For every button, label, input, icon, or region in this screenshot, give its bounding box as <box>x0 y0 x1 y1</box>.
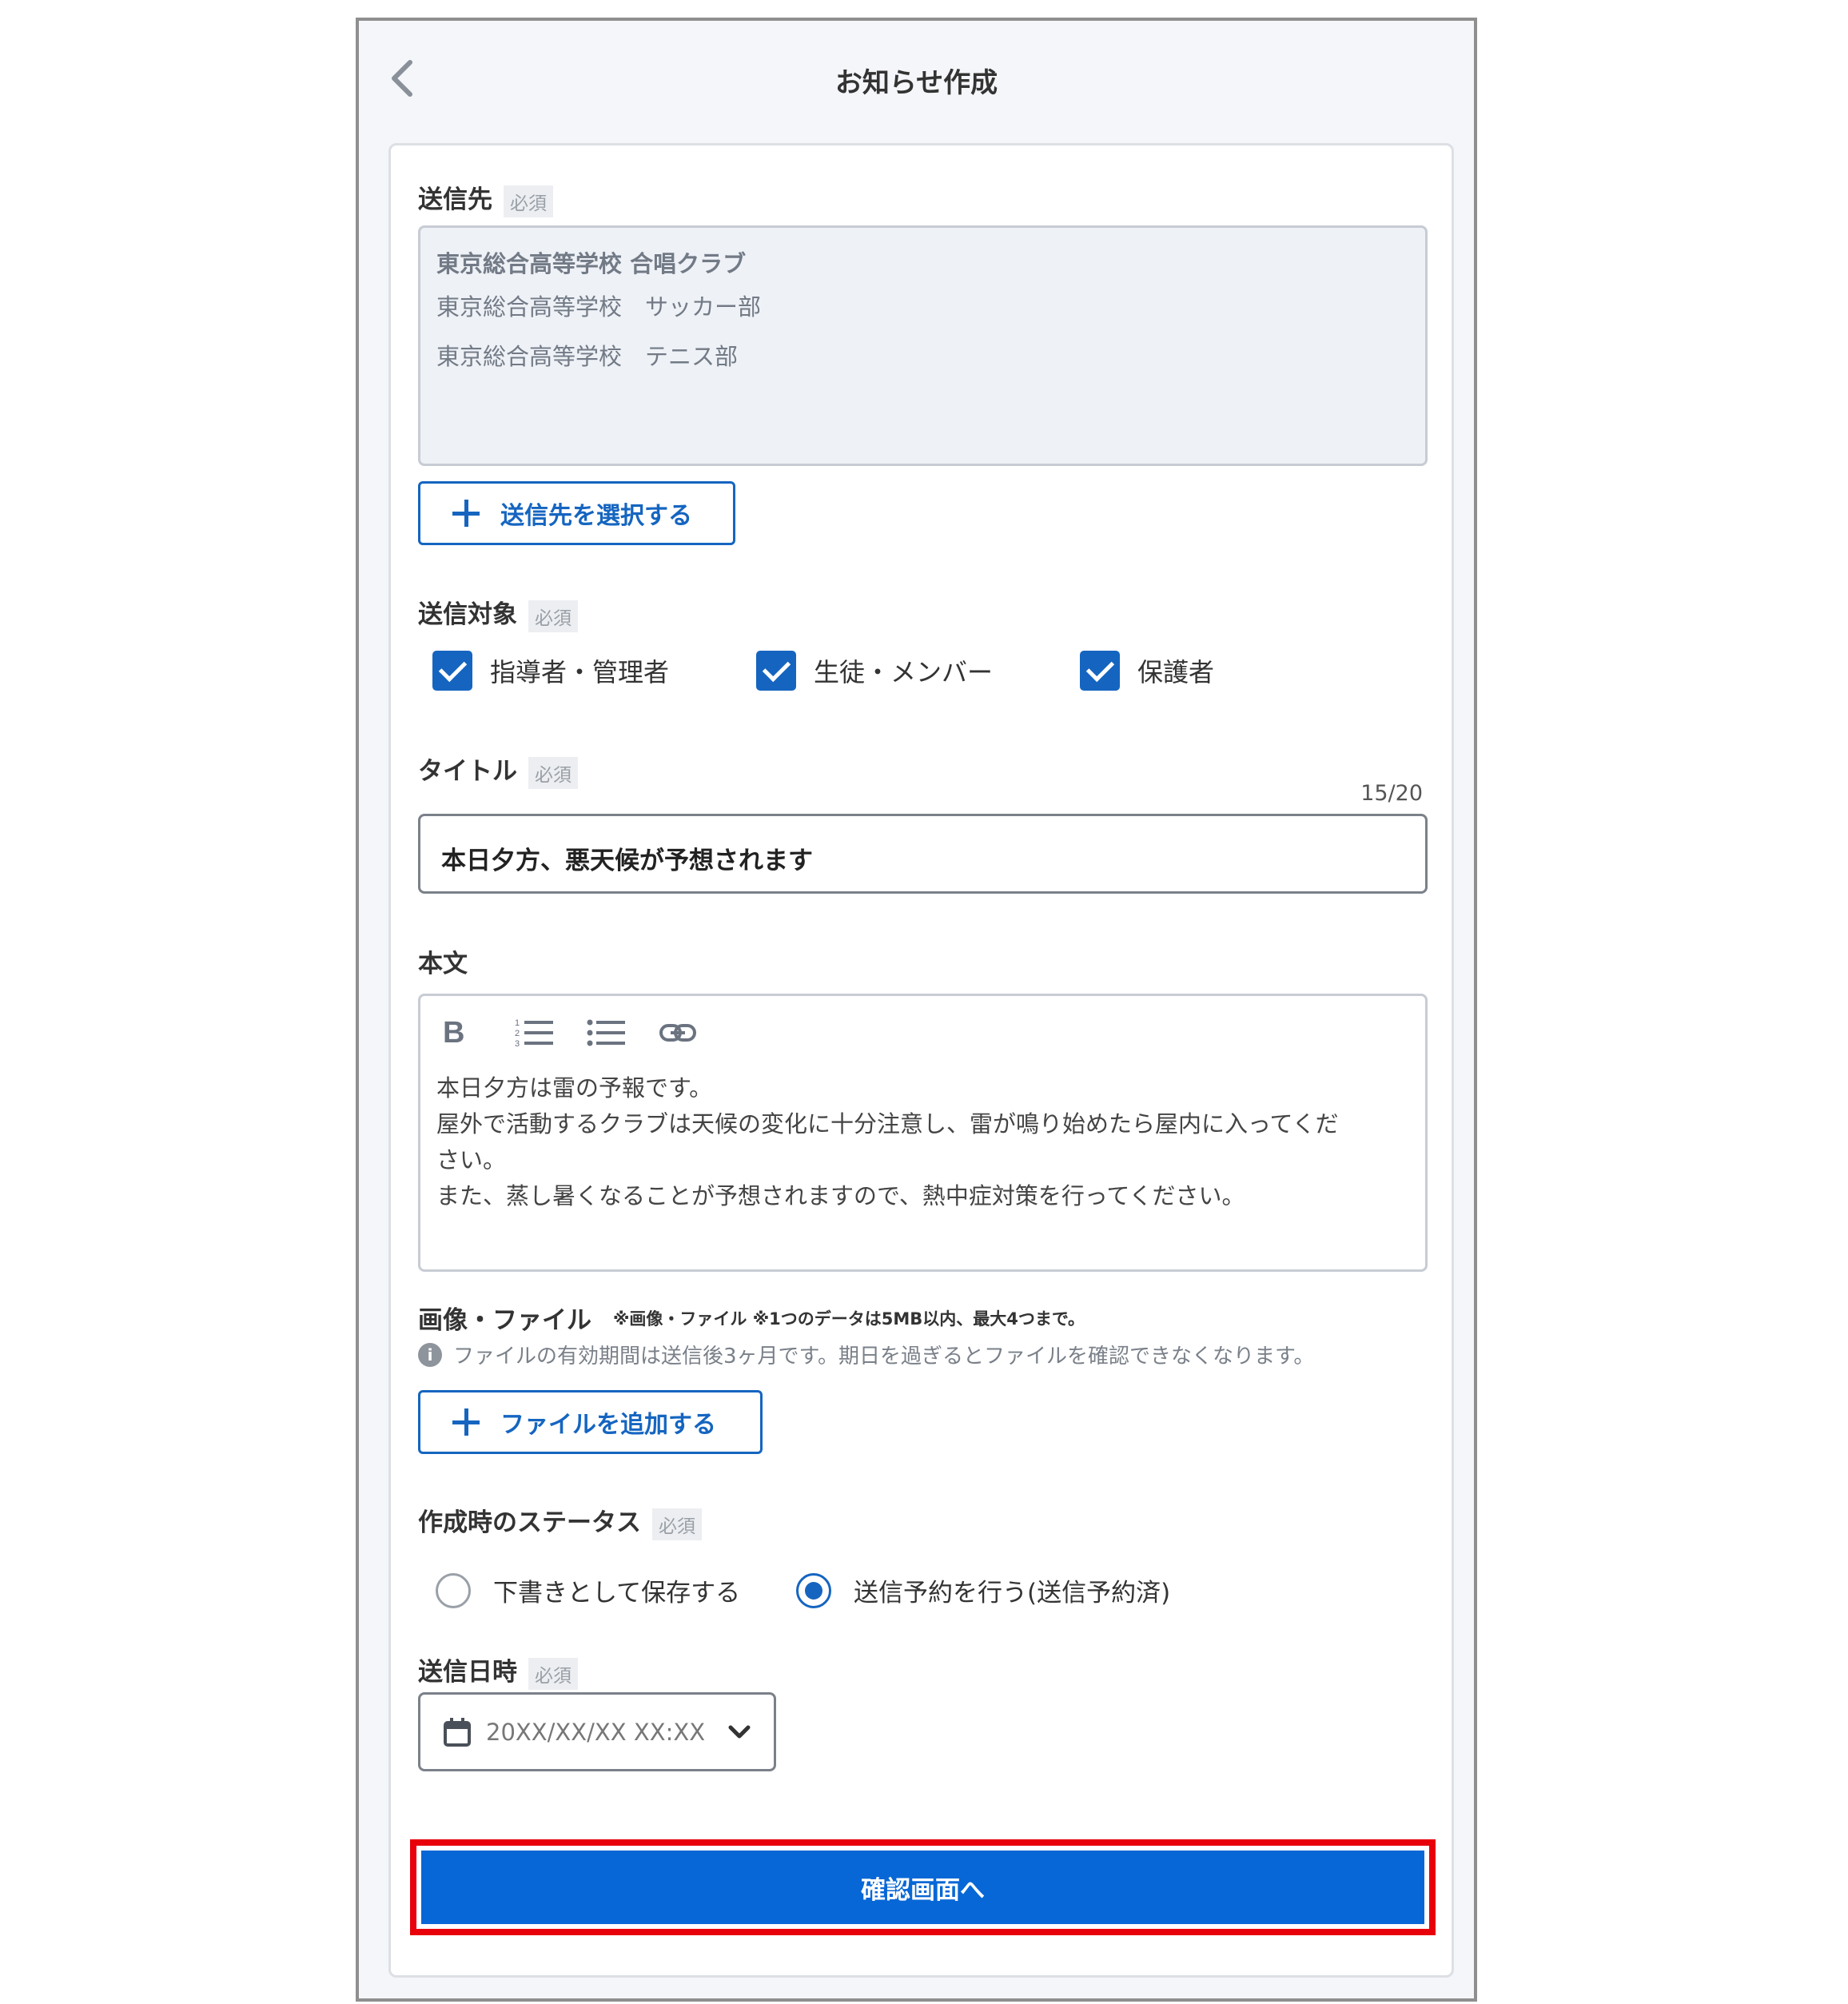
status-label-text: 作成時のステータス <box>418 1508 641 1537</box>
chevron-down-icon <box>728 1725 751 1739</box>
phone-frame: お知らせ作成 送信先 必須 東京総合高等学校 合唱クラブ 東京総合高等学校 サッカ… <box>356 18 1477 2002</box>
link-icon <box>659 1024 696 1042</box>
radio-save-draft[interactable]: 下書きとして保存する <box>436 1572 740 1608</box>
target-label-text: 送信対象 <box>418 600 517 629</box>
body-editor[interactable]: B 1 2 3 本日夕方は雷の予報です。 屋外で活動するクラブは天候の変化に十分… <box>418 994 1428 1272</box>
body-text-line: 本日夕方は雷の予報です。 <box>436 1074 713 1102</box>
required-badge: 必須 <box>528 756 578 789</box>
svg-text:3: 3 <box>515 1039 520 1049</box>
body-text-line: さい。 <box>436 1146 507 1173</box>
send-datetime-value: 20XX/XX/XX XX:XX <box>486 1718 706 1746</box>
send-datetime-label-text: 送信日時 <box>418 1658 517 1687</box>
checkbox-label: 指導者・管理者 <box>490 657 670 687</box>
files-label: 画像・ファイル <box>418 1306 591 1335</box>
target-label: 送信対象 必須 <box>418 594 578 632</box>
confirm-button-highlight: 確認画面へ <box>410 1839 1436 1935</box>
radio-label: 送信予約を行う(送信予約済) <box>854 1579 1171 1608</box>
confirm-button[interactable]: 確認画面へ <box>421 1851 1424 1924</box>
required-badge: 必須 <box>652 1508 702 1540</box>
info-icon: i <box>418 1342 442 1367</box>
form-card: 送信先 必須 東京総合高等学校 合唱クラブ 東京総合高等学校 サッカー部 東京総合… <box>388 143 1454 1978</box>
destination-list: 東京総合高等学校 合唱クラブ 東京総合高等学校 サッカー部 東京総合高等学校 テ… <box>418 225 1428 466</box>
title-label: タイトル 必須 <box>418 751 578 789</box>
ordered-list-button[interactable]: 1 2 3 <box>515 1010 587 1055</box>
status-label: 作成時のステータス 必須 <box>418 1502 702 1540</box>
radio-selected-icon <box>796 1572 831 1608</box>
add-file-label: ファイルを追加する <box>500 1411 716 1439</box>
select-destination-label: 送信先を選択する <box>500 502 692 530</box>
app-header: お知らせ作成 <box>359 21 1474 141</box>
send-datetime-select[interactable]: 20XX/XX/XX XX:XX <box>418 1692 776 1771</box>
page-title: お知らせ作成 <box>834 67 998 99</box>
body-text-line: 屋外で活動するクラブは天候の変化に十分注意し、雷が鳴り始めたら屋内に入ってくだ <box>436 1110 1339 1137</box>
files-info-text: ファイルの有効期間は送信後3ヶ月です。期日を過ぎるとファイルを確認できなくなりま… <box>453 1345 1315 1369</box>
required-badge: 必須 <box>528 600 578 632</box>
link-button[interactable] <box>659 1010 731 1055</box>
checkbox-checked-icon <box>432 651 472 691</box>
bullet-list-button[interactable] <box>587 1010 659 1055</box>
svg-text:2: 2 <box>515 1029 520 1038</box>
required-badge: 必須 <box>528 1657 578 1690</box>
title-char-counter: 15/20 <box>1360 781 1423 806</box>
ordered-list-icon: 1 2 3 <box>515 1018 553 1049</box>
body-label: 本文 <box>418 950 468 978</box>
checkbox-label: 保護者 <box>1137 657 1215 687</box>
plus-icon <box>452 500 480 527</box>
radio-unselected-icon <box>436 1572 471 1608</box>
select-destination-button[interactable]: 送信先を選択する <box>418 481 735 545</box>
files-note: ※画像・ファイル ※1つのデータは5MB以内、最大4つまで。 <box>613 1309 1085 1329</box>
plus-icon <box>452 1408 480 1436</box>
destination-label: 送信先 必須 <box>418 179 553 217</box>
title-input[interactable]: 本日夕方、悪天候が予想されます <box>418 814 1428 894</box>
svg-text:1: 1 <box>515 1018 520 1028</box>
checkbox-label: 生徒・メンバー <box>814 657 994 687</box>
calendar-icon <box>444 1717 471 1747</box>
destination-label-text: 送信先 <box>418 185 492 214</box>
title-label-text: タイトル <box>418 757 517 786</box>
checkbox-instructors[interactable]: 指導者・管理者 <box>432 651 669 691</box>
bullet-list-icon <box>587 1019 625 1046</box>
bold-button[interactable]: B <box>443 1010 515 1055</box>
destination-item: 東京総合高等学校 テニス部 <box>436 343 739 370</box>
checkbox-guardians[interactable]: 保護者 <box>1080 651 1214 691</box>
destination-item: 東京総合高等学校 サッカー部 <box>436 293 762 321</box>
checkbox-checked-icon <box>1080 651 1120 691</box>
destination-item: 東京総合高等学校 合唱クラブ <box>436 250 747 277</box>
radio-schedule-send[interactable]: 送信予約を行う(送信予約済) <box>796 1572 1170 1608</box>
required-badge: 必須 <box>504 185 553 217</box>
send-datetime-label: 送信日時 必須 <box>418 1651 578 1690</box>
bold-icon: B <box>443 1015 465 1050</box>
body-text-line: また、蒸し暑くなることが予想されますので、熱中症対策を行ってください。 <box>436 1182 1245 1209</box>
checkbox-students[interactable]: 生徒・メンバー <box>756 651 993 691</box>
radio-label: 下書きとして保存する <box>493 1579 741 1608</box>
add-file-button[interactable]: ファイルを追加する <box>418 1390 763 1454</box>
files-info: i ファイルの有効期間は送信後3ヶ月です。期日を過ぎるとファイルを確認できなくな… <box>418 1340 1314 1369</box>
editor-toolbar: B 1 2 3 <box>443 1010 731 1055</box>
checkbox-checked-icon <box>756 651 796 691</box>
